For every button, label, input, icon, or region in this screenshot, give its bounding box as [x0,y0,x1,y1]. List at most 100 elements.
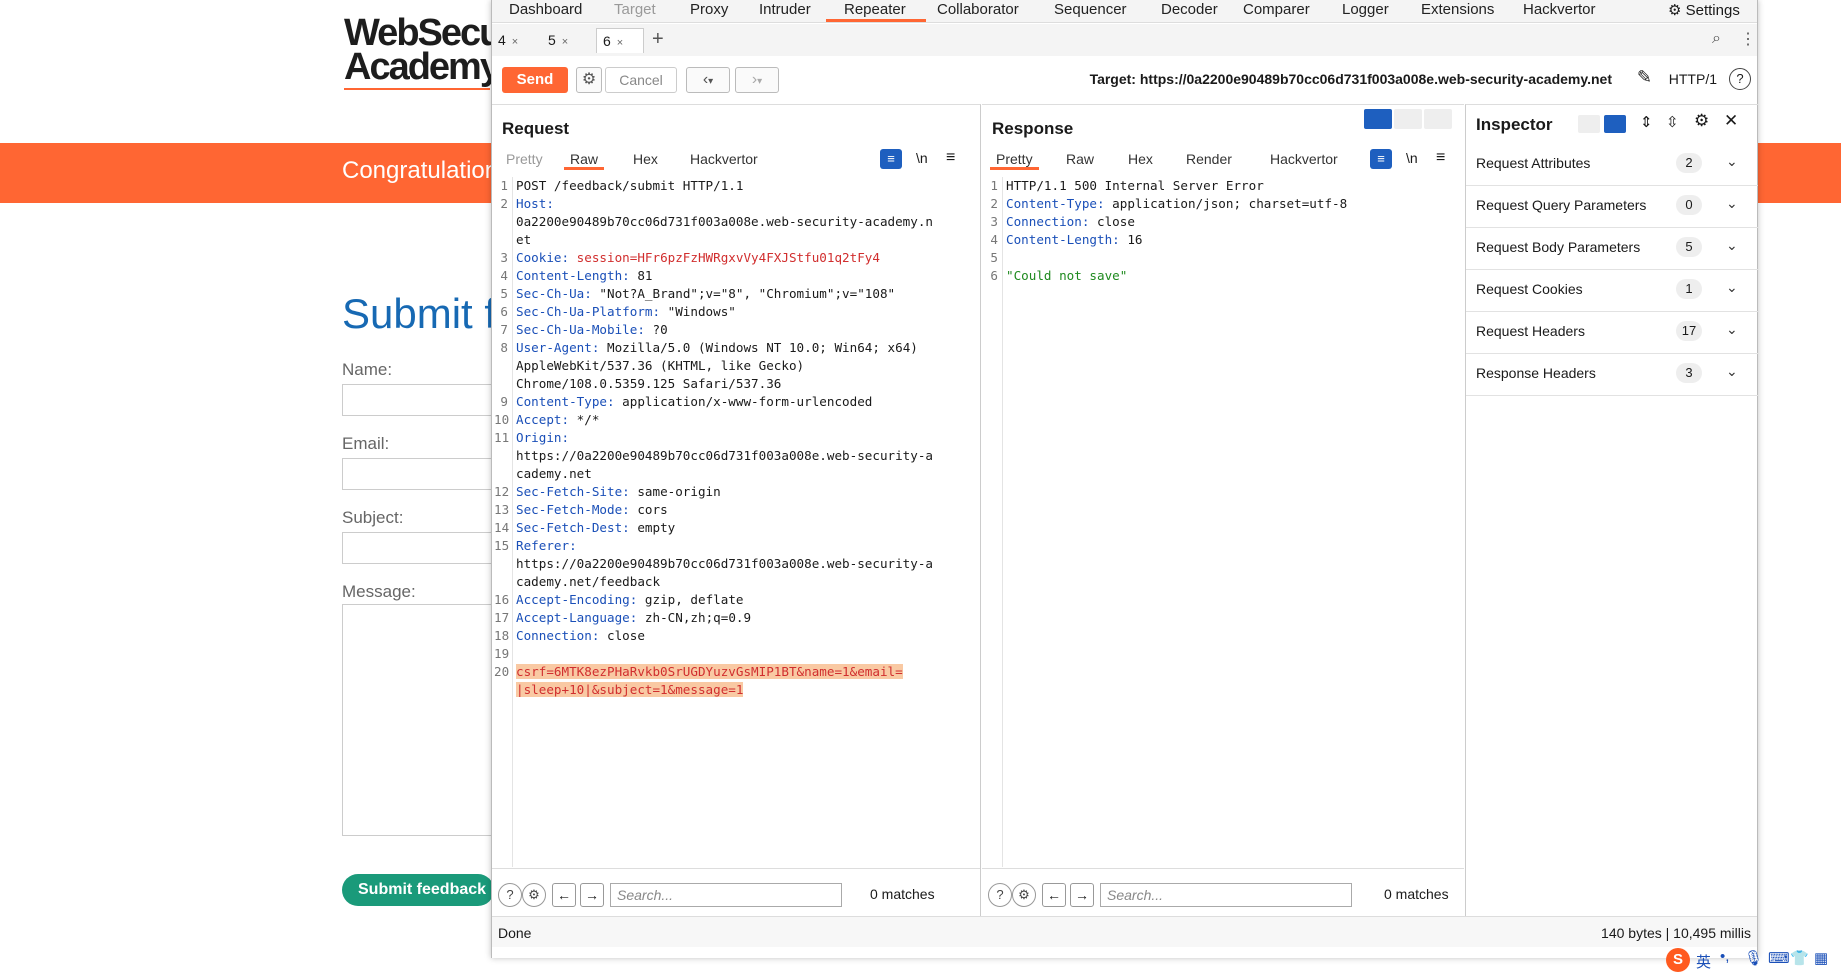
nav-decoder[interactable]: Decoder [1161,1,1218,21]
settings-button[interactable]: ⚙ Settings [1668,1,1740,19]
menu-icon[interactable]: ≡ [1436,149,1445,167]
more-options-icon[interactable]: ⋮ [1740,29,1756,49]
cancel-button[interactable]: Cancel [605,67,677,93]
chevron-down-icon: ▾ [757,76,763,87]
next-match-arrow-icon[interactable]: → [1070,883,1094,907]
repeater-tab-4[interactable]: 4 × [498,28,544,52]
close-icon[interactable]: × [562,36,568,48]
inspector-settings-gear-icon[interactable]: ⚙ [1694,111,1709,131]
row-label: Response Headers [1476,365,1596,381]
add-tab-button[interactable]: + [652,28,664,51]
request-tab-raw[interactable]: Raw [564,151,605,170]
send-button[interactable]: Send [502,67,568,93]
history-back-button[interactable]: ‹▾ [686,67,730,93]
close-icon[interactable]: ✕ [1724,111,1738,131]
message-field[interactable] [342,604,496,836]
nav-target[interactable]: Target [614,1,656,21]
nav-logger[interactable]: Logger [1342,1,1389,21]
response-search-input[interactable]: Search... [1100,883,1352,907]
header-value: "Could not save" [1006,268,1128,283]
http-version-toggle[interactable]: HTTP/1 [1669,71,1717,87]
previous-match-arrow-icon[interactable]: ← [1042,883,1066,907]
request-search-input[interactable]: Search... [610,883,842,907]
nav-collaborator[interactable]: Collaborator [937,1,1019,21]
menu-icon[interactable]: ≡ [946,149,955,167]
search-settings-gear-icon[interactable]: ⚙ [1012,883,1036,907]
inspector-layout-right-icon[interactable] [1604,115,1626,133]
inspector-row-request-body-parameters[interactable]: Request Body Parameters 5 ⌄ [1466,227,1758,270]
nav-hackvertor[interactable]: Hackvertor [1523,1,1596,21]
header-name: Host: [516,196,554,211]
tab-label: 6 [603,33,611,49]
request-tab-hackvertor[interactable]: Hackvertor [690,151,758,167]
line-number: 19 [494,646,510,661]
nav-proxy[interactable]: Proxy [690,1,728,21]
nav-repeater[interactable]: Repeater [844,1,906,21]
inspector-row-request-headers[interactable]: Request Headers 17 ⌄ [1466,311,1758,354]
help-icon[interactable]: ? [1729,68,1751,90]
name-field[interactable] [342,384,496,416]
response-tab-hackvertor[interactable]: Hackvertor [1270,151,1338,167]
close-icon[interactable]: × [512,36,518,48]
response-editor[interactable]: 1 HTTP/1.1 500 Internal Server Error 2 Cont… [982,177,1464,867]
edit-target-pencil-icon[interactable]: ✎ [1637,67,1652,88]
send-options-gear-icon[interactable]: ⚙ [576,67,602,93]
keyboard-icon[interactable]: ⌨ [1768,949,1790,967]
request-editor[interactable]: 1 POST /feedback/submit HTTP/1.1 2 Host: 0a… [492,177,980,867]
request-tab-hex[interactable]: Hex [633,151,658,167]
header-name: Content-Type: [516,394,615,409]
layout-stacked-button[interactable] [1394,109,1422,129]
nav-comparer[interactable]: Comparer [1243,1,1310,21]
expand-all-icon[interactable]: ⇕ [1640,113,1653,131]
response-tab-pretty[interactable]: Pretty [990,151,1039,170]
target-url: Target: https://0a2200e90489b70cc06d731f… [1089,71,1612,87]
tab-label: 5 [548,32,556,48]
search-icon[interactable]: ⌕ [1712,30,1721,48]
layout-side-by-side-button[interactable] [1364,109,1392,129]
repeater-tab-5[interactable]: 5 × [548,28,594,52]
header-name: Connection: [1006,214,1090,229]
toolbox-grid-icon[interactable]: ▦ [1814,949,1828,967]
response-tab-raw[interactable]: Raw [1066,151,1094,167]
nav-sequencer[interactable]: Sequencer [1054,1,1127,21]
close-icon[interactable]: × [617,37,623,49]
sogou-ime-icon[interactable]: S [1666,948,1690,972]
newline-toggle[interactable]: \n [1406,150,1418,166]
header-name: Referer: [516,538,577,553]
nav-dashboard[interactable]: Dashboard [509,1,582,21]
response-tab-render[interactable]: Render [1186,151,1232,167]
line-number: 10 [494,412,510,427]
collapse-all-icon[interactable]: ⇳ [1666,113,1679,131]
layout-tabs-button[interactable] [1424,109,1452,129]
microphone-icon[interactable]: 🎙 [1744,949,1763,967]
inspector-row-response-headers[interactable]: Response Headers 3 ⌄ [1466,353,1758,396]
history-forward-button[interactable]: ›▾ [735,67,779,93]
help-icon[interactable]: ? [988,883,1012,907]
search-settings-gear-icon[interactable]: ⚙ [522,883,546,907]
submit-feedback-button[interactable]: Submit feedback [342,874,494,906]
repeater-tab-6[interactable]: 6 × [596,28,644,53]
wrap-lines-icon[interactable]: ≡ [1370,149,1392,169]
next-match-arrow-icon[interactable]: → [580,883,604,907]
response-tab-hex[interactable]: Hex [1128,151,1153,167]
line-number: 6 [500,304,508,319]
ime-language-indicator[interactable]: 英 [1696,951,1711,972]
newline-toggle[interactable]: \n [916,150,928,166]
previous-match-arrow-icon[interactable]: ← [552,883,576,907]
inspector-row-request-cookies[interactable]: Request Cookies 1 ⌄ [1466,269,1758,312]
wrap-lines-icon[interactable]: ≡ [880,149,902,169]
header-value: HTTP/1.1 500 Internal Server Error [1006,178,1264,193]
line-number: 4 [500,268,508,283]
inspector-row-request-query-parameters[interactable]: Request Query Parameters 0 ⌄ [1466,185,1758,228]
inspector-row-request-attributes[interactable]: Request Attributes 2 ⌄ [1466,143,1758,186]
inspector-layout-left-icon[interactable] [1578,115,1600,133]
request-tab-pretty[interactable]: Pretty [506,151,543,167]
email-field[interactable] [342,458,496,490]
nav-extensions[interactable]: Extensions [1421,1,1494,21]
line-text: POST /feedback/submit HTTP/1.1 [516,177,976,195]
help-icon[interactable]: ? [498,883,522,907]
nav-intruder[interactable]: Intruder [759,1,811,21]
punctuation-icon[interactable]: •, [1720,948,1729,965]
subject-field[interactable] [342,532,496,564]
skin-shirt-icon[interactable]: 👕 [1790,949,1809,967]
